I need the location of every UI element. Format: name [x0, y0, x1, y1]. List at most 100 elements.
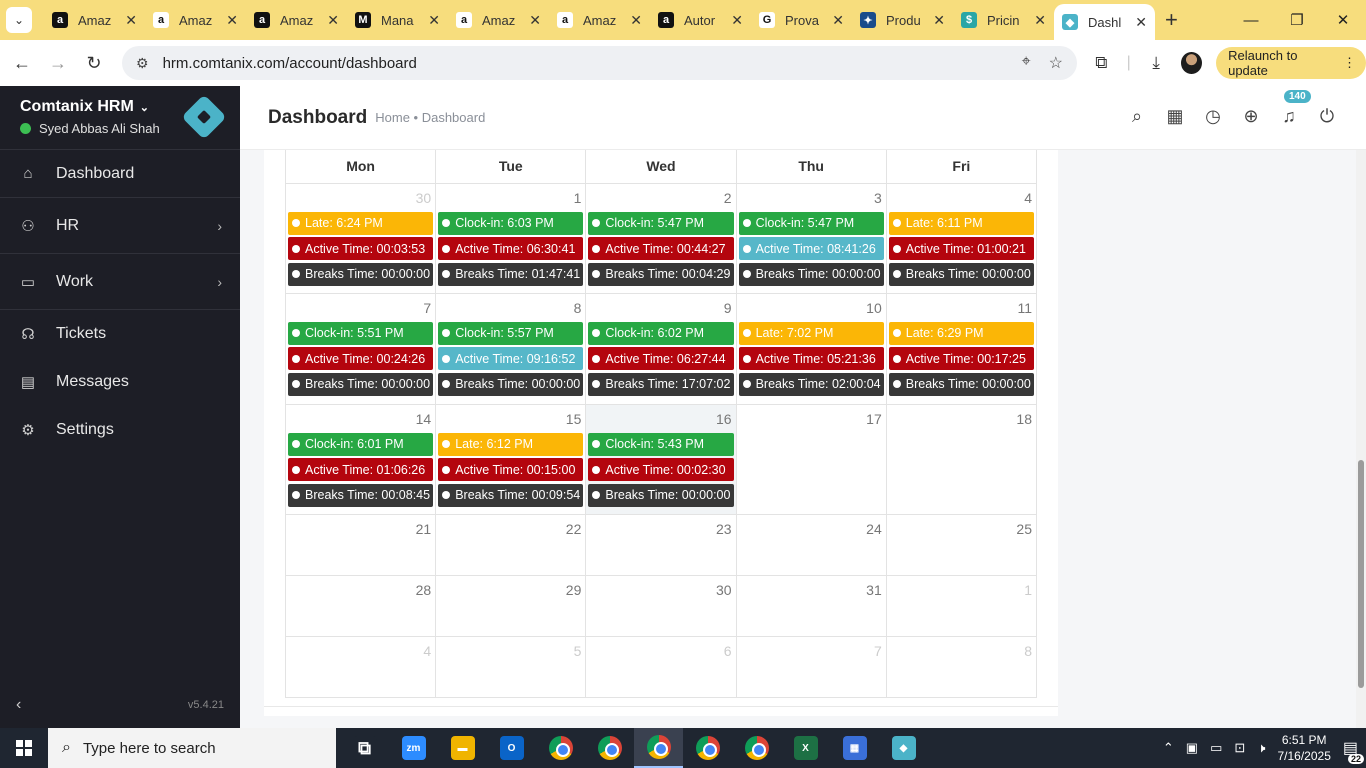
day-number[interactable]: 21	[288, 517, 433, 543]
battery-icon[interactable]: ▭	[1210, 740, 1222, 756]
attendance-event[interactable]: Breaks Time: 00:04:29	[588, 262, 734, 286]
clock-icon[interactable]: ◷	[1204, 106, 1222, 127]
day-number[interactable]: 7	[739, 639, 884, 665]
day-number[interactable]: 28	[288, 578, 433, 604]
profile-avatar[interactable]	[1181, 52, 1203, 74]
attendance-event[interactable]: Breaks Time: 00:08:45	[288, 483, 434, 507]
calendar-day-cell[interactable]: 7	[735, 635, 887, 698]
attendance-event[interactable]: Clock-in: 5:43 PM	[588, 432, 734, 456]
reload-button[interactable]: ↻	[76, 53, 112, 74]
day-number[interactable]: 9	[588, 296, 733, 322]
day-number[interactable]: 17	[739, 407, 884, 433]
calendar-day-cell[interactable]: 6	[585, 635, 737, 698]
power-icon[interactable]: ⏻	[1318, 106, 1336, 127]
day-number[interactable]: 15	[438, 407, 583, 433]
calendar-day-cell[interactable]: 2 Clock-in: 5:47 PM Active Time: 00:44:27 B…	[585, 182, 737, 294]
browser-tab[interactable]: $ Pricin ✕	[953, 4, 1054, 36]
attendance-event[interactable]: Breaks Time: 01:47:41	[438, 262, 584, 286]
attendance-event[interactable]: Late: 6:24 PM	[288, 211, 434, 235]
day-number[interactable]: 4	[889, 186, 1034, 212]
calendar-day-cell[interactable]: 17	[735, 403, 887, 515]
address-bar[interactable]: ⚙ hrm.comtanix.com/account/dashboard ⌖ ☆	[122, 46, 1077, 80]
attendance-event[interactable]: Breaks Time: 00:00:00	[288, 262, 434, 286]
calendar-day-cell[interactable]: 11 Late: 6:29 PM Active Time: 00:17:25 Brea…	[885, 292, 1038, 405]
attendance-event[interactable]: Late: 7:02 PM	[738, 321, 884, 345]
attendance-event[interactable]: Late: 6:12 PM	[438, 432, 584, 456]
calendar-day-cell[interactable]: 15 Late: 6:12 PM Active Time: 00:15:00 Brea…	[435, 403, 587, 515]
attendance-event[interactable]: Clock-in: 5:57 PM	[438, 321, 584, 345]
taskbar-app[interactable]	[536, 728, 585, 768]
minimize-button[interactable]: —	[1228, 0, 1274, 40]
sidebar-item-tickets[interactable]: ☊ Tickets	[0, 310, 240, 358]
calendar-day-cell[interactable]: 4 Late: 6:11 PM Active Time: 01:00:21 Break…	[885, 182, 1038, 294]
sidebar-item-dashboard[interactable]: ⌂ Dashboard	[0, 150, 240, 198]
page-scrollbar[interactable]	[1356, 150, 1366, 728]
day-number[interactable]: 30	[288, 186, 433, 212]
taskbar-app[interactable]	[585, 728, 634, 768]
browser-tab[interactable]: ✦ Produ ✕	[852, 4, 953, 36]
day-number[interactable]: 5	[438, 639, 583, 665]
calendar-day-cell[interactable]: 5	[435, 635, 587, 698]
calendar-day-cell[interactable]: 30	[585, 574, 737, 637]
day-number[interactable]: 1	[438, 186, 583, 212]
calendar-day-cell[interactable]: 1 Clock-in: 6:03 PM Active Time: 06:30:41 B…	[435, 182, 587, 294]
calendar-day-cell[interactable]: 24	[735, 513, 887, 576]
attendance-event[interactable]: Breaks Time: 17:07:02	[588, 372, 734, 396]
attendance-event[interactable]: Breaks Time: 00:00:00	[888, 262, 1034, 286]
close-tab-icon[interactable]: ✕	[125, 12, 137, 29]
attendance-event[interactable]: Breaks Time: 02:00:04	[738, 372, 884, 396]
taskbar-app[interactable]: O	[487, 728, 536, 768]
attendance-event[interactable]: Active Time: 08:41:26	[738, 237, 884, 261]
day-number[interactable]: 11	[889, 296, 1034, 322]
calendar-day-cell[interactable]: 8	[885, 635, 1038, 698]
day-number[interactable]: 8	[889, 639, 1034, 665]
close-window-button[interactable]: ✕	[1320, 0, 1366, 40]
org-switcher[interactable]: Comtanix HRM ⌄	[20, 98, 149, 116]
attendance-event[interactable]: Active Time: 06:27:44	[588, 347, 734, 371]
sidebar-item-messages[interactable]: ▤ Messages	[0, 358, 240, 406]
new-tab-button[interactable]: +	[1165, 7, 1178, 33]
attendance-event[interactable]: Clock-in: 6:01 PM	[288, 432, 434, 456]
browser-tab[interactable]: M Mana ✕	[347, 4, 448, 36]
calendar-day-cell[interactable]: 14 Clock-in: 6:01 PM Active Time: 01:06:26…	[284, 403, 437, 515]
day-number[interactable]: 24	[739, 517, 884, 543]
browser-tab[interactable]: a Amaz ✕	[549, 4, 650, 36]
attendance-event[interactable]: Breaks Time: 00:09:54	[438, 483, 584, 507]
browser-tab[interactable]: a Amaz ✕	[44, 4, 145, 36]
attendance-event[interactable]: Clock-in: 5:51 PM	[288, 321, 434, 345]
attendance-event[interactable]: Clock-in: 6:03 PM	[438, 211, 584, 235]
notification-bell-icon[interactable]: ♫ 140	[1280, 90, 1311, 127]
site-info-icon[interactable]: ⚙	[136, 55, 149, 72]
back-button[interactable]: ←	[4, 53, 40, 74]
calendar-day-cell[interactable]: 10 Late: 7:02 PM Active Time: 05:21:36 Brea…	[735, 292, 887, 405]
start-button[interactable]	[0, 740, 48, 756]
day-number[interactable]: 6	[588, 639, 733, 665]
calendar-day-cell[interactable]: 1	[885, 574, 1038, 637]
attendance-event[interactable]: Late: 6:29 PM	[888, 321, 1034, 345]
day-number[interactable]: 14	[288, 407, 433, 433]
attendance-event[interactable]: Breaks Time: 00:00:00	[738, 262, 884, 286]
taskbar-app[interactable]	[732, 728, 781, 768]
sidebar-item-hr[interactable]: ⚇ HR ›	[0, 198, 240, 254]
close-tab-icon[interactable]: ✕	[933, 12, 945, 29]
sticky-note-icon[interactable]: ▦	[1166, 106, 1184, 127]
calendar-day-cell[interactable]: 9 Clock-in: 6:02 PM Active Time: 06:27:44 B…	[585, 292, 737, 405]
calendar-day-cell[interactable]: 4	[284, 635, 437, 698]
day-number[interactable]: 10	[739, 296, 884, 322]
attendance-event[interactable]: Active Time: 00:02:30	[588, 458, 734, 482]
close-tab-icon[interactable]: ✕	[1135, 14, 1147, 31]
calendar-day-cell[interactable]: 31	[735, 574, 887, 637]
calendar-day-cell[interactable]: 18	[885, 403, 1038, 515]
collapse-sidebar-icon[interactable]: ‹	[16, 696, 21, 714]
attendance-event[interactable]: Active Time: 05:21:36	[738, 347, 884, 371]
close-tab-icon[interactable]: ✕	[832, 12, 844, 29]
browser-tab[interactable]: G Prova ✕	[751, 4, 852, 36]
close-tab-icon[interactable]: ✕	[327, 12, 339, 29]
attendance-event[interactable]: Active Time: 00:44:27	[588, 237, 734, 261]
calendar-day-cell[interactable]: 21	[284, 513, 437, 576]
extensions-icon[interactable]: ⧉	[1090, 53, 1113, 73]
attendance-event[interactable]: Breaks Time: 00:00:00	[288, 372, 434, 396]
close-tab-icon[interactable]: ✕	[529, 12, 541, 29]
close-tab-icon[interactable]: ✕	[630, 12, 642, 29]
attendance-event[interactable]: Breaks Time: 00:00:00	[438, 372, 584, 396]
